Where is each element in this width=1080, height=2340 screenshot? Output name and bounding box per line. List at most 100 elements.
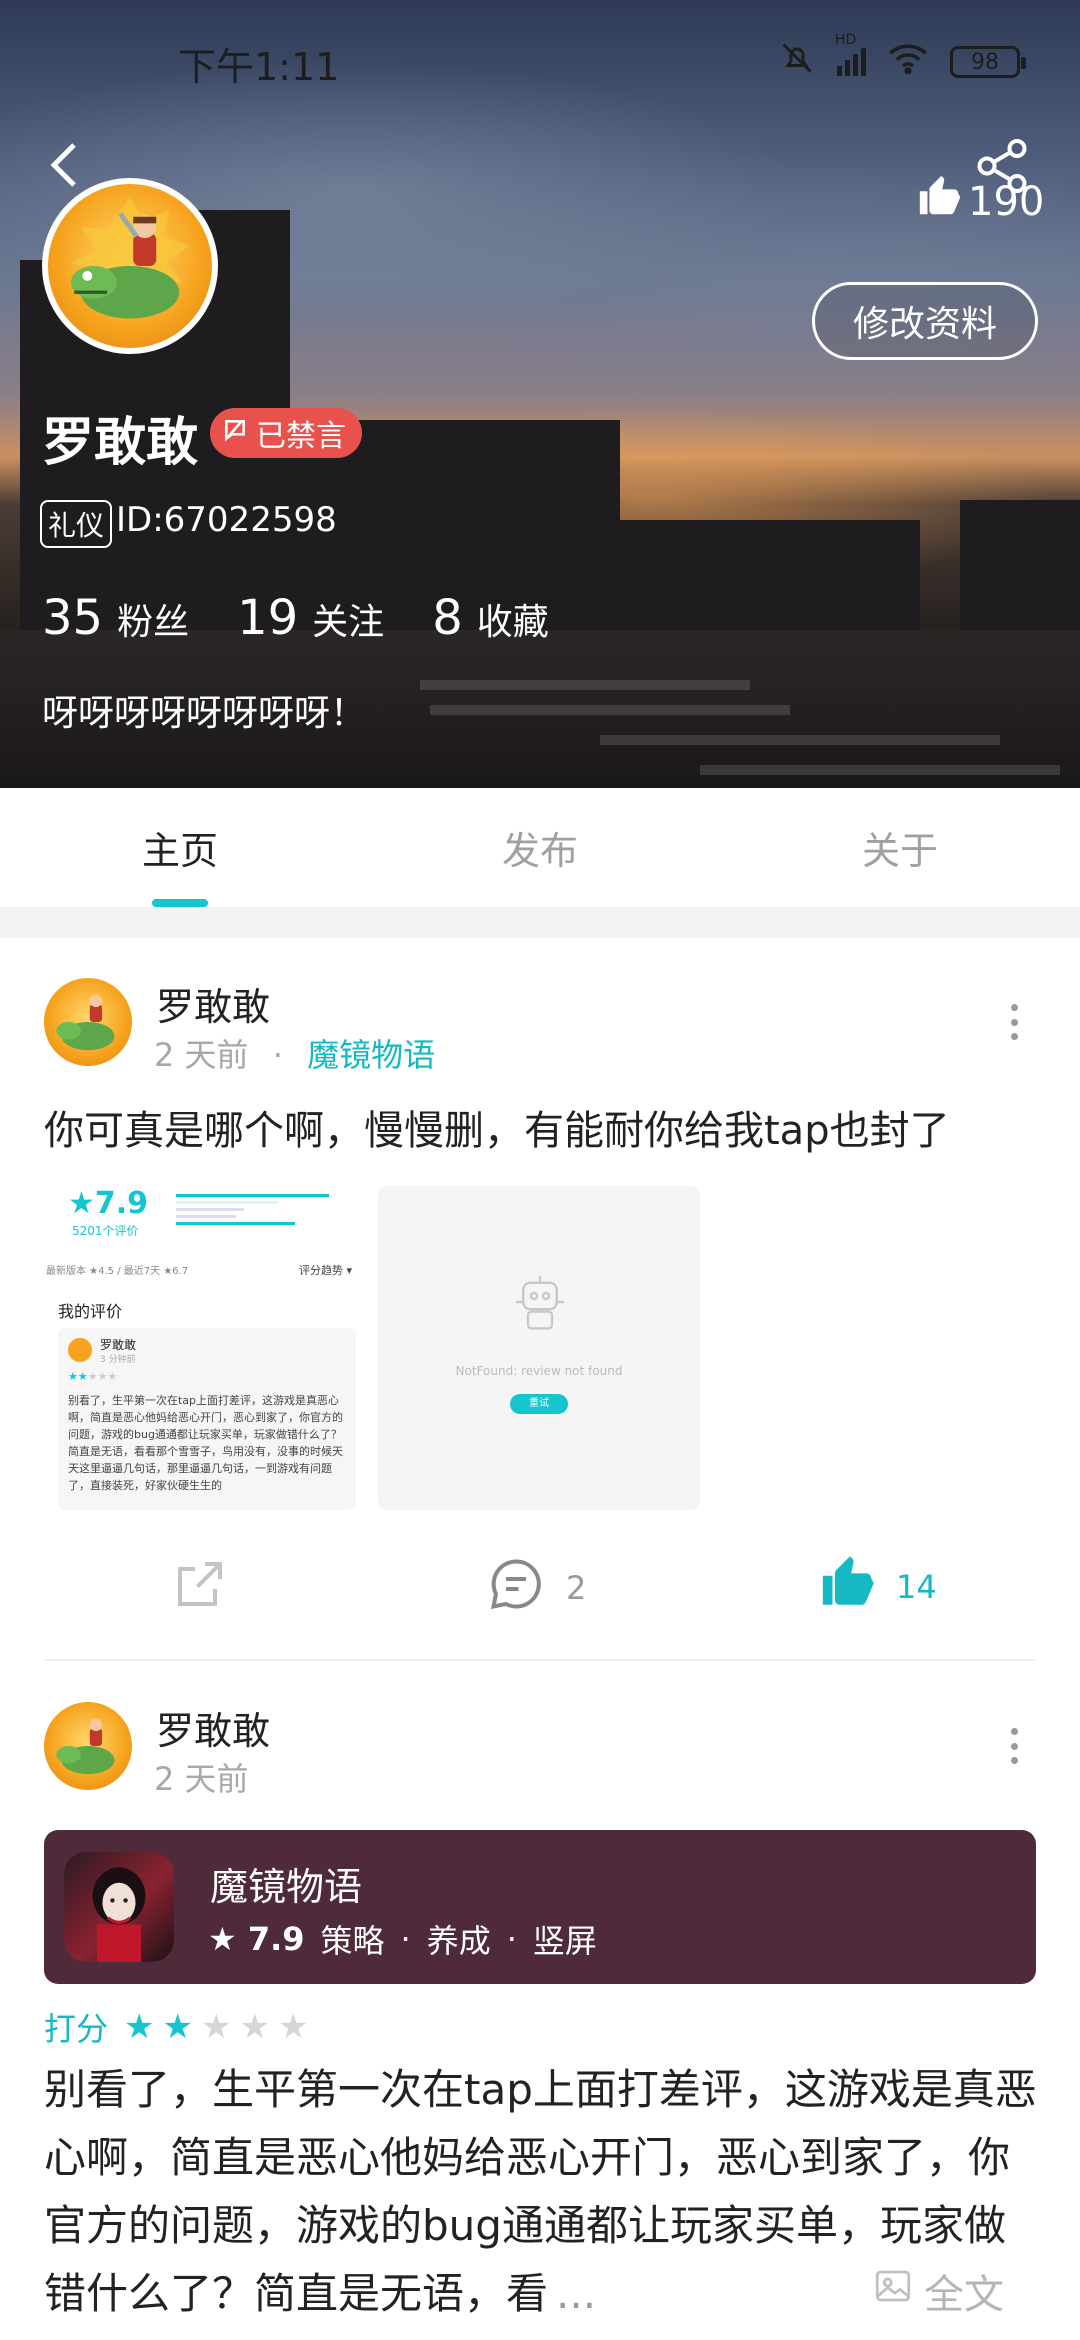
rating-row: 打分 ★ ★ ★ ★ ★ xyxy=(44,2004,308,2050)
thumb-recent: 最新版本 ★4.5 / 最近7天 ★6.7 xyxy=(46,1266,189,1277)
favorites-label[interactable]: 收藏 xyxy=(477,593,549,645)
profile-name: 罗敢敢 xyxy=(42,413,199,473)
post-image-rating-screenshot[interactable]: ★7.9 5201个评价 最新版本 ★4.5 / 最近7天 ★6.7 评分趋势 … xyxy=(44,1186,356,1510)
profile-like-button[interactable]: 190 xyxy=(916,174,1044,230)
etiquette-badge: 礼仪 xyxy=(40,500,113,548)
post-meta: 2 天前 · 魔镜物语 xyxy=(154,1030,435,1076)
comment-count: 2 xyxy=(566,1569,587,1607)
game-rating-value: 7.9 xyxy=(247,1920,305,1958)
share-post-button[interactable] xyxy=(170,1554,230,1622)
thumb-trend: 评分趋势 ▾ xyxy=(298,1264,352,1277)
road-stripe xyxy=(600,735,1000,745)
tag-separator: · xyxy=(506,1920,517,1958)
status-icons: HD 98 xyxy=(779,32,1026,84)
review-ellipsis: ... xyxy=(556,2269,597,2318)
post-image-not-found[interactable]: NotFound: review not found 重试 xyxy=(378,1186,700,1510)
game-icon xyxy=(64,1852,174,1962)
profile-like-count: 190 xyxy=(968,179,1045,225)
game-title: 魔镜物语 xyxy=(210,1865,363,1909)
game-tag: 策略 xyxy=(320,1922,385,1960)
tab-home[interactable]: 主页 xyxy=(0,788,360,907)
profile-bio: 呀呀呀呀呀呀呀呀！ xyxy=(42,693,367,734)
rating-label: 打分 xyxy=(44,2010,109,2048)
post-author[interactable]: 罗敢敢 xyxy=(156,1700,270,1755)
game-info: ★ 7.9 策略 · 养成 · 竖屏 xyxy=(208,1916,597,1962)
avatar[interactable] xyxy=(42,178,218,354)
following-count[interactable]: 19 xyxy=(237,590,298,646)
comment-icon xyxy=(486,1554,546,1622)
road-stripe xyxy=(700,765,1060,775)
battery-level: 98 xyxy=(971,49,999,75)
meta-separator: · xyxy=(272,1036,283,1074)
retry-button[interactable]: 重试 xyxy=(510,1394,568,1414)
star-icon: ★ xyxy=(277,2007,309,2047)
thumb-card-time: 3 分钟前 xyxy=(100,1355,136,1365)
external-share-icon xyxy=(170,1554,230,1622)
like-button[interactable]: 14 xyxy=(818,1554,937,1620)
section-gap xyxy=(0,908,1080,938)
wifi-icon xyxy=(888,42,928,82)
game-card[interactable]: 魔镜物语 ★ 7.9 策略 · 养成 · 竖屏 xyxy=(44,1830,1036,1984)
tag-separator: · xyxy=(400,1920,411,1958)
more-options-icon[interactable] xyxy=(1004,1004,1024,1040)
expand-full-text-button[interactable]: 全文 xyxy=(860,2262,1004,2320)
thumb-review-count: 5201个评价 xyxy=(72,1224,139,1238)
thumbs-up-icon xyxy=(916,174,962,230)
mute-icon xyxy=(779,40,815,84)
network-type: HD xyxy=(835,32,857,48)
tab-posts[interactable]: 发布 xyxy=(360,788,720,907)
star-icon: ★ xyxy=(162,2007,193,2047)
full-text-label: 全文 xyxy=(924,2272,1004,2318)
thumb-rating-value: 7.9 xyxy=(94,1186,149,1221)
post-avatar[interactable] xyxy=(44,1702,132,1790)
banned-badge: 已禁言 xyxy=(210,408,362,458)
road-stripe xyxy=(420,680,750,690)
star-icon: ★ xyxy=(239,2007,270,2047)
game-rating: ★ 7.9 xyxy=(208,1920,305,1958)
like-count: 14 xyxy=(896,1568,937,1606)
followers-count[interactable]: 35 xyxy=(42,590,103,646)
status-bar: 下午1:11 HD 98 xyxy=(0,0,1080,120)
post-divider xyxy=(44,1659,1036,1661)
post-author[interactable]: 罗敢敢 xyxy=(156,976,270,1031)
road-stripe xyxy=(430,705,790,715)
followers-label[interactable]: 粉丝 xyxy=(117,593,189,645)
edit-profile-button[interactable]: 修改资料 xyxy=(812,282,1038,360)
status-time: 下午1:11 xyxy=(178,45,340,89)
thumbs-up-icon xyxy=(818,1554,876,1620)
not-found-text: NotFound: review not found xyxy=(455,1364,623,1378)
game-tag: 竖屏 xyxy=(532,1922,597,1960)
robot-icon xyxy=(504,1266,576,1342)
profile-stats: 35 粉丝 19 关注 8 收藏 xyxy=(42,590,583,646)
rating-bars xyxy=(176,1190,346,1229)
banned-label: 已禁言 xyxy=(256,419,346,454)
comment-button[interactable]: 2 xyxy=(486,1554,586,1622)
thumb-review-card: 罗敢敢 3 分钟前 ★★★★★ 别看了，生平第一次在tap上面打差评，这游戏是真… xyxy=(58,1328,356,1510)
thumb-my-review: 我的评价 xyxy=(58,1302,123,1321)
post-game-link[interactable]: 魔镜物语 xyxy=(307,1036,435,1074)
profile-tabs: 主页 发布 关于 xyxy=(0,788,1080,908)
thumb-card-stars: ★★★★★ xyxy=(68,1370,118,1383)
star-icon: ★ xyxy=(124,2007,155,2047)
following-label[interactable]: 关注 xyxy=(312,593,384,645)
signal-icon: HD xyxy=(835,32,866,76)
thumb-rating: ★7.9 xyxy=(68,1186,149,1221)
back-icon[interactable] xyxy=(44,140,84,190)
favorites-count[interactable]: 8 xyxy=(432,590,463,646)
game-tag: 养成 xyxy=(426,1922,491,1960)
more-options-icon[interactable] xyxy=(1004,1728,1024,1764)
user-id: ID:67022598 xyxy=(116,500,337,540)
post-avatar[interactable] xyxy=(44,978,132,1066)
post-time: 2 天前 xyxy=(154,1036,249,1074)
thumb-card-text: 别看了，生平第一次在tap上面打差评，这游戏是真恶心啊，简直是恶心他妈给恶心开门… xyxy=(68,1394,343,1492)
image-icon xyxy=(872,2265,914,2317)
muted-chat-icon xyxy=(222,416,248,451)
post-time: 2 天前 xyxy=(154,1760,249,1798)
tab-about[interactable]: 关于 xyxy=(720,788,1080,907)
post-text: 你可真是哪个啊，慢慢删，有能耐你给我tap也封了 xyxy=(44,1108,950,1154)
post-actions: 2 14 xyxy=(0,1550,1080,1620)
battery-icon: 98 xyxy=(950,46,1026,78)
thumb-card-name: 罗敢敢 xyxy=(100,1338,137,1352)
star-icon: ★ xyxy=(200,2007,232,2047)
thumb-card-avatar xyxy=(68,1338,92,1362)
